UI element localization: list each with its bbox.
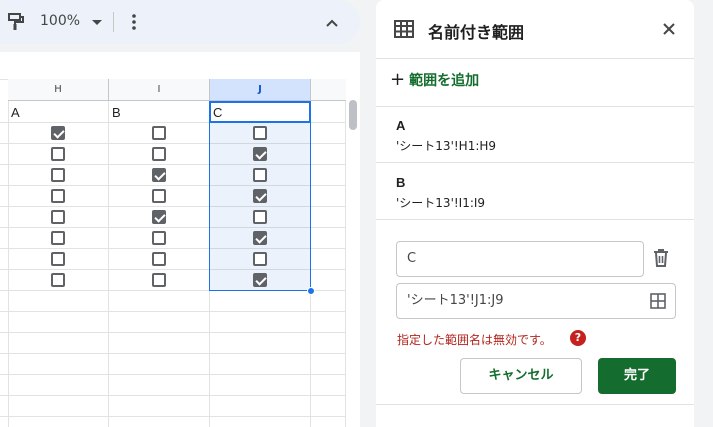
delete-icon[interactable] (652, 248, 670, 268)
grid-hline (0, 332, 346, 333)
cell-j1[interactable]: C (213, 105, 222, 120)
checkbox-h3[interactable] (51, 147, 65, 161)
cell-i1[interactable]: B (112, 105, 121, 120)
range-reference: 'シート13'!H1:H9 (396, 139, 497, 153)
range-name-input[interactable]: C (396, 241, 644, 277)
close-icon[interactable] (662, 22, 676, 36)
select-range-icon[interactable] (650, 293, 666, 309)
toolbar-divider (113, 12, 114, 32)
checkbox-h7[interactable] (51, 231, 65, 245)
grid-hline (0, 311, 346, 312)
help-icon[interactable]: ? (570, 330, 586, 346)
divider (376, 106, 694, 107)
plus-icon: + (390, 69, 406, 90)
grid-hline (0, 395, 346, 396)
checkbox-j4[interactable] (253, 168, 267, 182)
checkbox-j6[interactable] (253, 210, 267, 224)
done-button[interactable]: 完了 (598, 358, 676, 394)
checkbox-h9[interactable] (51, 273, 65, 287)
checkbox-h8[interactable] (51, 252, 65, 266)
column-header-i[interactable]: I (109, 79, 210, 101)
cell-h1[interactable]: A (11, 105, 20, 120)
grid-hline (0, 374, 346, 375)
table-icon (394, 20, 414, 38)
column-header-h[interactable]: H (8, 79, 109, 101)
grid-hline (0, 416, 346, 417)
checkbox-h5[interactable] (51, 189, 65, 203)
checkbox-i3[interactable] (152, 147, 166, 161)
active-cell[interactable] (209, 101, 311, 123)
checkbox-i7[interactable] (152, 231, 166, 245)
divider (376, 219, 694, 220)
zoom-caret-icon[interactable] (92, 20, 102, 25)
column-header-j[interactable]: J (210, 79, 311, 101)
more-vert-icon[interactable] (127, 12, 141, 32)
chevron-up-icon[interactable] (322, 13, 342, 33)
grid-vline (108, 101, 109, 427)
app-window: 100% H I J A B C 名前付き範囲 + 範囲を追加 A 'シート13… (0, 0, 713, 427)
checkbox-j2[interactable] (253, 126, 267, 140)
checkbox-j3[interactable] (253, 147, 267, 161)
zoom-level[interactable]: 100% (40, 13, 80, 29)
grid-vline (8, 101, 9, 427)
cancel-button[interactable]: キャンセル (460, 358, 582, 394)
checkbox-j9[interactable] (253, 273, 267, 287)
column-header-next[interactable] (311, 79, 346, 101)
checkbox-i2[interactable] (152, 126, 166, 140)
checkbox-i4[interactable] (152, 168, 166, 182)
checkbox-i9[interactable] (152, 273, 166, 287)
add-range-button[interactable]: + 範囲を追加 (390, 70, 479, 90)
vertical-scrollbar[interactable] (349, 100, 357, 130)
range-name: A (396, 118, 406, 133)
checkbox-h4[interactable] (51, 168, 65, 182)
range-reference-input[interactable]: 'シート13'!J1:J9 (396, 283, 676, 319)
checkbox-j5[interactable] (253, 189, 267, 203)
named-ranges-panel: 名前付き範囲 + 範囲を追加 A 'シート13'!H1:H9 B 'シート13'… (376, 0, 694, 427)
divider (376, 404, 694, 405)
divider (376, 162, 694, 163)
checkbox-h2[interactable] (51, 126, 65, 140)
add-range-label: 範囲を追加 (409, 73, 480, 89)
toolbar: 100% (0, 0, 360, 44)
checkbox-i6[interactable] (152, 210, 166, 224)
panel-title: 名前付き範囲 (428, 23, 525, 42)
range-reference: 'シート13'!I1:I9 (396, 196, 486, 210)
divider (376, 58, 694, 59)
checkbox-j8[interactable] (253, 252, 267, 266)
grid-hline (0, 353, 346, 354)
grid-vline (345, 101, 346, 427)
paint-format-icon[interactable] (6, 12, 26, 32)
checkbox-h6[interactable] (51, 210, 65, 224)
error-message: 指定した範囲名は無効です。 (397, 333, 552, 347)
checkbox-i8[interactable] (152, 252, 166, 266)
checkbox-j7[interactable] (253, 231, 267, 245)
range-name: B (396, 175, 406, 190)
checkbox-i5[interactable] (152, 189, 166, 203)
fill-handle[interactable] (307, 287, 315, 295)
